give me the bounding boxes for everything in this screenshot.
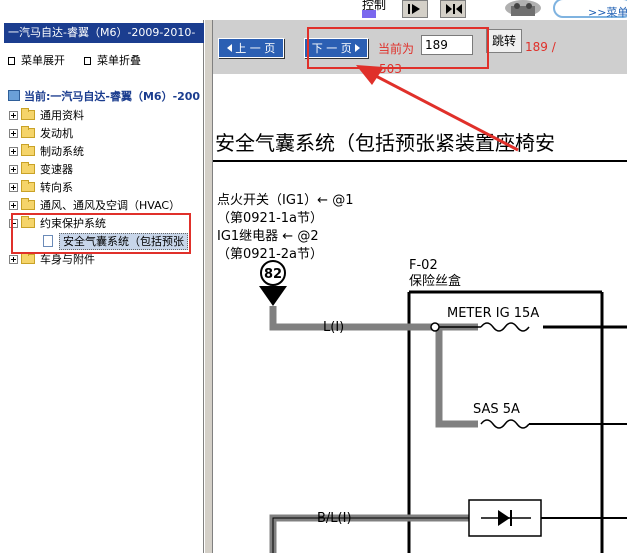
connector-terminal-icon [259, 286, 287, 306]
control-indicator [362, 10, 376, 18]
folder-icon [21, 180, 35, 192]
highlight-box [11, 213, 191, 254]
top-toolbar: 控制 >>菜单 [0, 0, 627, 20]
expand-plus-icon[interactable] [9, 201, 18, 210]
folder-icon [21, 198, 35, 210]
expand-plus-icon[interactable] [9, 111, 18, 120]
fuse-box-id: F-02 [409, 258, 438, 273]
arrow-icon [356, 65, 519, 152]
tree-item-engine[interactable]: 发动机 [9, 125, 73, 143]
panel-splitter[interactable] [204, 20, 213, 553]
jump-button[interactable]: 跳转 [486, 29, 522, 53]
wire-label-l-i: L(I) [323, 320, 344, 335]
folder-icon [21, 252, 35, 264]
fuse-label-sas: SAS 5A [473, 402, 520, 417]
tree-item-label: 通用资料 [40, 109, 84, 122]
tree-item-label: 变速器 [40, 163, 73, 176]
current-location: 当前:一汽马自达-睿翼（M6）-200 [8, 88, 200, 104]
folder-icon [21, 126, 35, 138]
tree-item-brakes[interactable]: 制动系统 [9, 143, 84, 161]
wire-label-bl-i: B/L(I) [317, 511, 352, 526]
expand-plus-icon[interactable] [9, 255, 18, 264]
folder-icon [21, 162, 35, 174]
computer-icon [8, 90, 20, 101]
expand-plus-icon[interactable] [9, 147, 18, 156]
tree-item-transmission[interactable]: 变速器 [9, 161, 73, 179]
fuse-box-name: 保险丝盒 [409, 273, 461, 289]
logo-icon [505, 0, 541, 16]
expand-plus-icon[interactable] [9, 165, 18, 174]
fuse-sas-symbol [480, 419, 627, 429]
fit-width-button[interactable] [440, 0, 466, 18]
fit-width-icon [446, 4, 462, 14]
prev-page-button[interactable]: 上 一 页 [218, 38, 284, 58]
fuse-label-meter: METER IG 15A [447, 306, 539, 321]
tree-item-label: 制动系统 [40, 145, 84, 158]
menu-link-label: >>菜单 [588, 6, 627, 19]
page-total: 189 / [525, 40, 556, 54]
current-label: 当前:一汽马自达-睿翼（M6）-200 [24, 90, 201, 103]
collapse-menu-button[interactable]: 菜单折叠 [84, 52, 141, 68]
collapse-label: 菜单折叠 [97, 54, 141, 67]
tree-item-label: 转向系 [40, 181, 73, 194]
expand-plus-icon[interactable] [9, 129, 18, 138]
folder-icon [21, 108, 35, 120]
folder-icon [21, 144, 35, 156]
tree-item-label: 通风、通风及空调（HVAC） [40, 199, 181, 212]
tree-item-steering[interactable]: 转向系 [9, 179, 73, 197]
left-panel-title: 一汽马自达-睿翼（M6）-2009-2010- [4, 23, 204, 43]
expand-icon [8, 57, 15, 65]
tree-item-label: 车身与附件 [40, 253, 95, 266]
expand-plus-icon[interactable] [9, 183, 18, 192]
wire-l-i [269, 306, 478, 428]
prev-page-label: 上 一 页 [235, 42, 276, 55]
expand-label: 菜单展开 [21, 54, 65, 67]
collapse-icon [84, 57, 91, 65]
step-forward-icon [408, 4, 420, 14]
connector-number: 82 [264, 267, 282, 282]
menu-link[interactable]: >>菜单 [553, 0, 627, 19]
left-panel: 一汽马自达-睿翼（M6）-2009-2010- 菜单展开 菜单折叠 当前:一汽马… [0, 20, 204, 553]
wire-bl-i [269, 499, 627, 553]
expand-menu-button[interactable]: 菜单展开 [8, 52, 65, 68]
left-arrow-icon [226, 44, 232, 52]
tree-item-label: 发动机 [40, 127, 73, 140]
tree-item-general[interactable]: 通用资料 [9, 107, 84, 125]
step-forward-button[interactable] [402, 0, 428, 18]
